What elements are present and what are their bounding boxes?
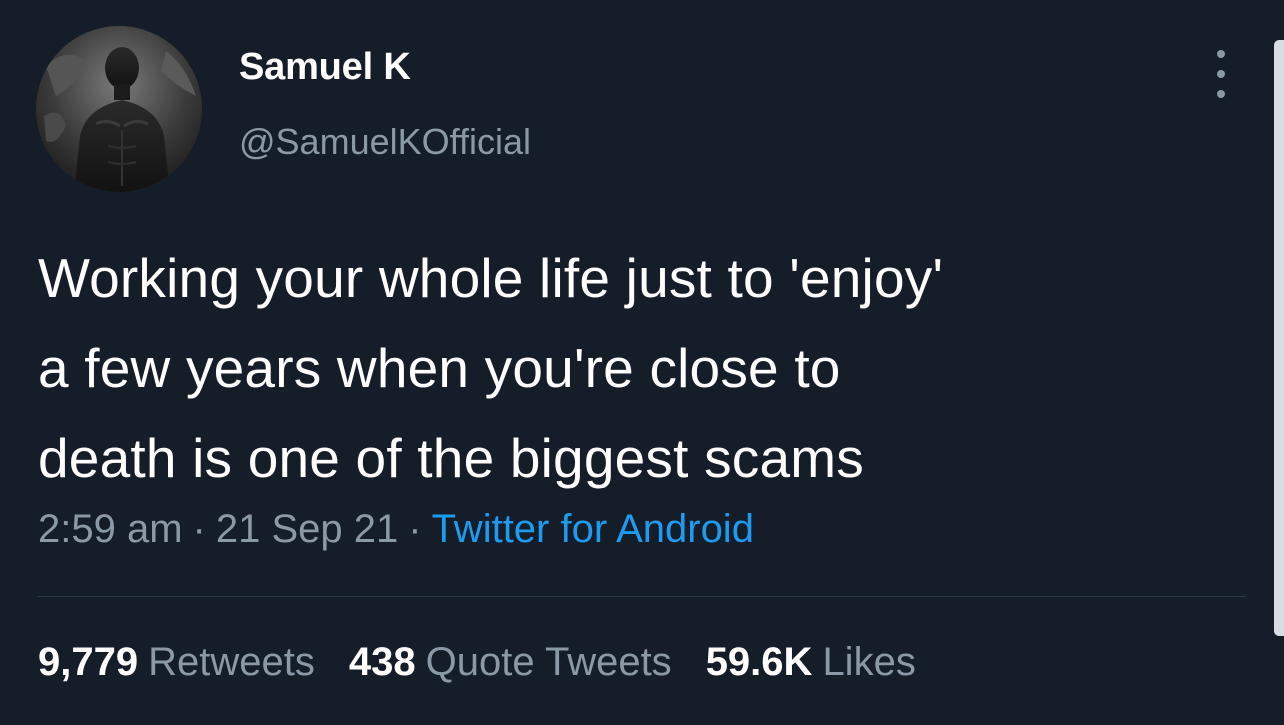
tweet-source-link[interactable]: Twitter for Android: [432, 507, 754, 551]
tweet-text: Working your whole life just to 'enjoy' …: [38, 233, 1218, 503]
likes-count: 59.6K: [705, 640, 813, 684]
more-vertical-icon: [1217, 70, 1225, 78]
retweets-label: Retweets: [148, 640, 315, 684]
display-name[interactable]: Samuel K: [239, 48, 411, 86]
tweet-time[interactable]: 2:59 am: [38, 507, 183, 551]
profile-photo-icon: [36, 26, 202, 192]
quote-tweets-count: 438: [348, 640, 416, 684]
quote-tweets-label: Quote Tweets: [425, 640, 672, 684]
page: Samuel K @SamuelKOfficial Working your w…: [0, 0, 1284, 725]
tweet-text-line: a few years when you're close to: [38, 337, 841, 399]
more-vertical-icon: [1217, 90, 1225, 98]
more-vertical-icon: [1217, 50, 1225, 58]
divider: [38, 596, 1246, 597]
avatar[interactable]: [36, 26, 202, 192]
tweet-text-line: Working your whole life just to 'enjoy': [38, 247, 944, 309]
meta-separator: ·: [408, 507, 422, 551]
tweet-card: Samuel K @SamuelKOfficial Working your w…: [0, 0, 1284, 725]
scrollbar[interactable]: [1274, 40, 1284, 636]
tweet-text-line: death is one of the biggest scams: [38, 427, 864, 489]
tweet-stats: 9,779 Retweets 438 Quote Tweets 59.6K Likes: [38, 640, 950, 684]
more-options-button[interactable]: [1208, 50, 1234, 98]
likes-label: Likes: [822, 640, 916, 684]
tweet-date[interactable]: 21 Sep 21: [216, 507, 398, 551]
likes-stat[interactable]: 59.6K Likes: [706, 640, 916, 684]
quote-tweets-stat[interactable]: 438 Quote Tweets: [349, 640, 672, 684]
retweets-count: 9,779: [38, 640, 139, 684]
user-handle[interactable]: @SamuelKOfficial: [239, 124, 531, 160]
retweets-stat[interactable]: 9,779 Retweets: [38, 640, 315, 684]
meta-separator: ·: [192, 507, 206, 551]
tweet-meta: 2:59 am · 21 Sep 21 · Twitter for Android: [38, 507, 754, 551]
